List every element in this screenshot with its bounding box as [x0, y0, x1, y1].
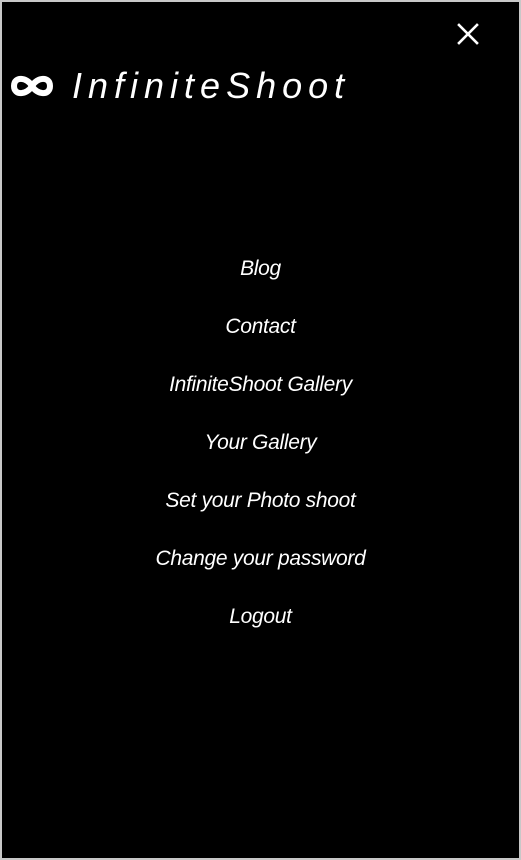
brand-name: InfiniteShoot — [72, 65, 351, 106]
nav-list-item: Change your password — [2, 539, 519, 597]
nav-item-your-gallery[interactable]: Your Gallery — [2, 423, 519, 481]
nav-item-infiniteshoot-gallery[interactable]: InfiniteShoot Gallery — [2, 365, 519, 423]
menu-overlay: InfiniteShoot Blog Contact InfiniteShoot… — [0, 0, 521, 860]
nav-list-item: Set your Photo shoot — [2, 481, 519, 539]
close-icon — [457, 23, 479, 45]
nav-list-item: Contact — [2, 307, 519, 365]
nav-list-item: Logout — [2, 597, 519, 655]
nav-list-item: Your Gallery — [2, 423, 519, 481]
nav-item-logout[interactable]: Logout — [2, 597, 519, 655]
close-button[interactable] — [454, 20, 482, 48]
nav-list-item: InfiniteShoot Gallery — [2, 365, 519, 423]
nav-item-contact[interactable]: Contact — [2, 307, 519, 365]
main-nav: Blog Contact InfiniteShoot Gallery Your … — [2, 249, 519, 655]
infinity-icon — [8, 71, 56, 101]
nav-item-set-photo-shoot[interactable]: Set your Photo shoot — [2, 481, 519, 539]
nav-item-blog[interactable]: Blog — [2, 249, 519, 307]
brand-logo[interactable]: InfiniteShoot — [8, 64, 350, 108]
nav-list-item: Blog — [2, 249, 519, 307]
nav-item-change-password[interactable]: Change your password — [2, 539, 519, 597]
